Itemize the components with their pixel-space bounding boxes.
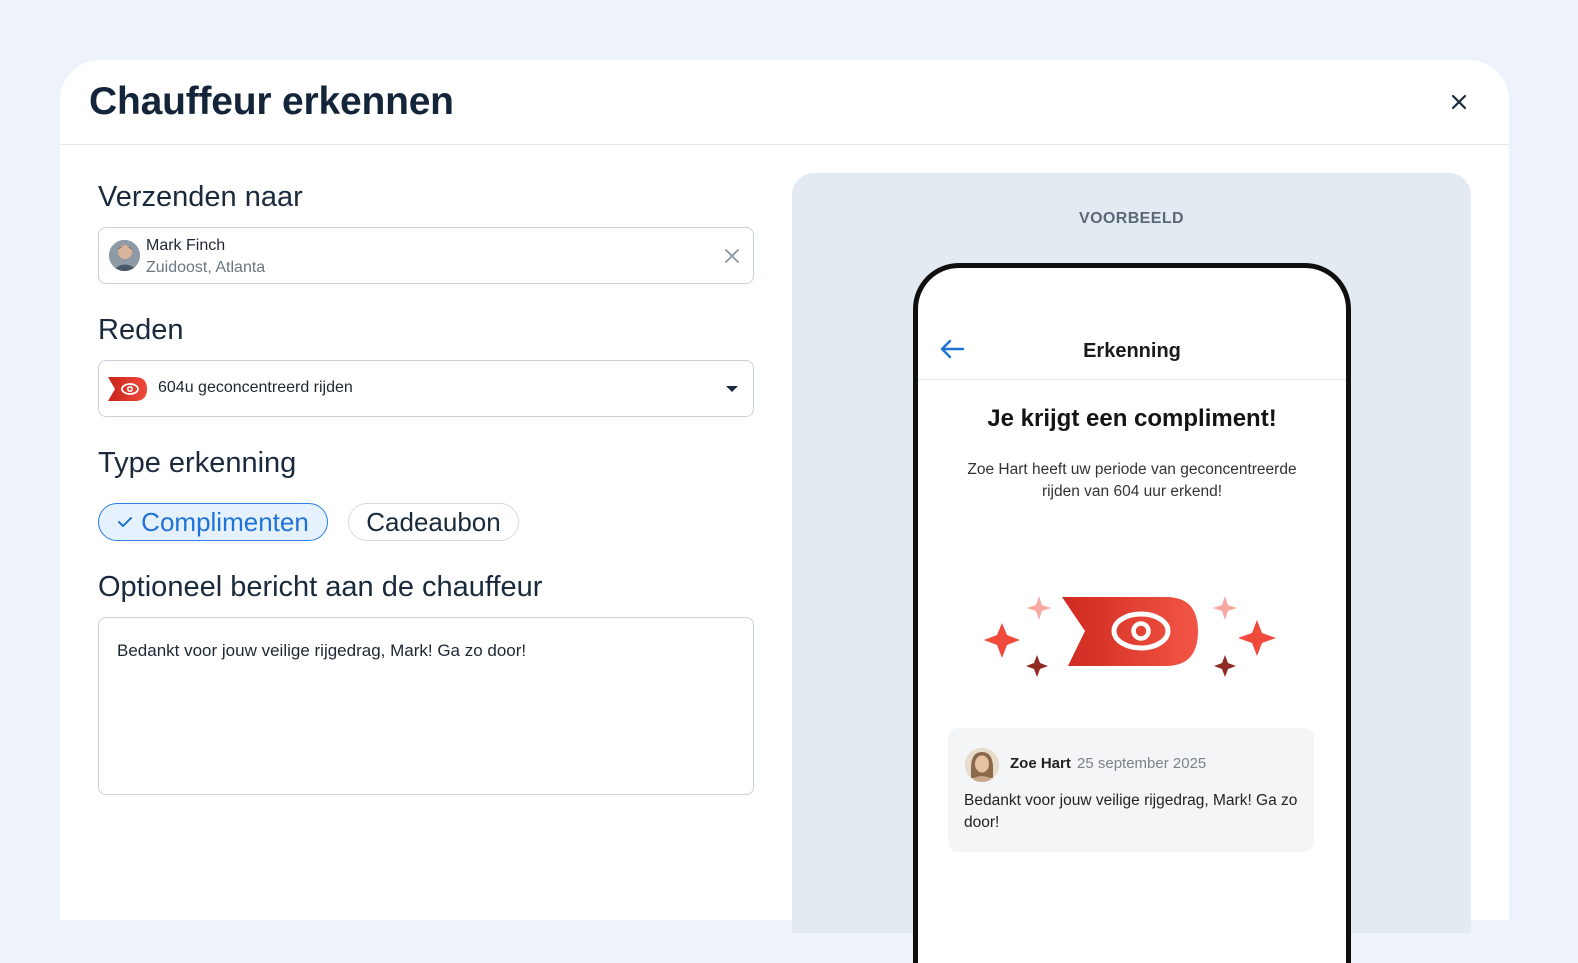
caret-down-icon xyxy=(726,386,738,392)
comment-author: Zoe Hart xyxy=(1010,755,1071,772)
preview-panel: VOORBEELD Erkenning Je krijgt een compli… xyxy=(792,173,1471,963)
comment-card: Zoe Hart 25 september 2025 Bedankt voor … xyxy=(948,728,1314,852)
focused-driving-badge-icon xyxy=(108,377,147,401)
type-option-giftcard[interactable]: Cadeaubon xyxy=(348,503,519,541)
recipient-field[interactable]: Mark Finch Zuidoost, Atlanta xyxy=(98,227,754,284)
recipient-section-label: Verzenden naar xyxy=(98,181,303,213)
phone-mockup: Erkenning Je krijgt een compliment! Zoe … xyxy=(913,263,1351,963)
reason-select[interactable]: 604u geconcentreerd rijden xyxy=(98,360,754,417)
comment-text: Bedankt voor jouw veilige rijgedrag, Mar… xyxy=(964,792,1298,831)
recipient-location: Zuidoost, Atlanta xyxy=(146,259,266,276)
type-option-label: Complimenten xyxy=(141,506,309,537)
recognize-driver-modal: Chauffeur erkennen Verzenden naar Mark F… xyxy=(60,60,1509,963)
message-value: Bedankt voor jouw veilige rijgedrag, Mar… xyxy=(117,641,527,660)
comment-date: 25 september 2025 xyxy=(1077,755,1207,772)
type-option-compliments[interactable]: Complimenten xyxy=(98,503,328,541)
type-section-label: Type erkenning xyxy=(98,447,297,479)
preview-label: VOORBEELD xyxy=(1079,210,1184,227)
reason-section-label: Reden xyxy=(98,314,184,346)
check-icon xyxy=(118,517,133,527)
avatar xyxy=(109,240,140,271)
sparkle-badge-icon xyxy=(984,596,1276,677)
close-icon xyxy=(1451,94,1467,110)
message-section-label: Optioneel bericht aan de chauffeur xyxy=(98,571,543,603)
phone-title: Erkenning xyxy=(1083,340,1181,362)
close-button[interactable] xyxy=(1445,88,1473,116)
modal-title: Chauffeur erkennen xyxy=(89,80,454,123)
phone-heading: Je krijgt een compliment! xyxy=(987,405,1277,432)
reason-value: 604u geconcentreerd rijden xyxy=(158,379,353,396)
phone-body-text: Zoe Hart heeft uw periode van geconcentr… xyxy=(967,461,1297,500)
type-option-label: Cadeaubon xyxy=(366,506,501,537)
recipient-name: Mark Finch xyxy=(146,237,226,254)
phone-header: Erkenning xyxy=(918,268,1346,380)
avatar xyxy=(965,748,999,782)
modal-header: Chauffeur erkennen xyxy=(60,60,1509,145)
clear-icon xyxy=(725,249,739,263)
message-textarea[interactable]: Bedankt voor jouw veilige rijgedrag, Mar… xyxy=(98,617,754,795)
clear-recipient-button[interactable] xyxy=(722,246,742,266)
